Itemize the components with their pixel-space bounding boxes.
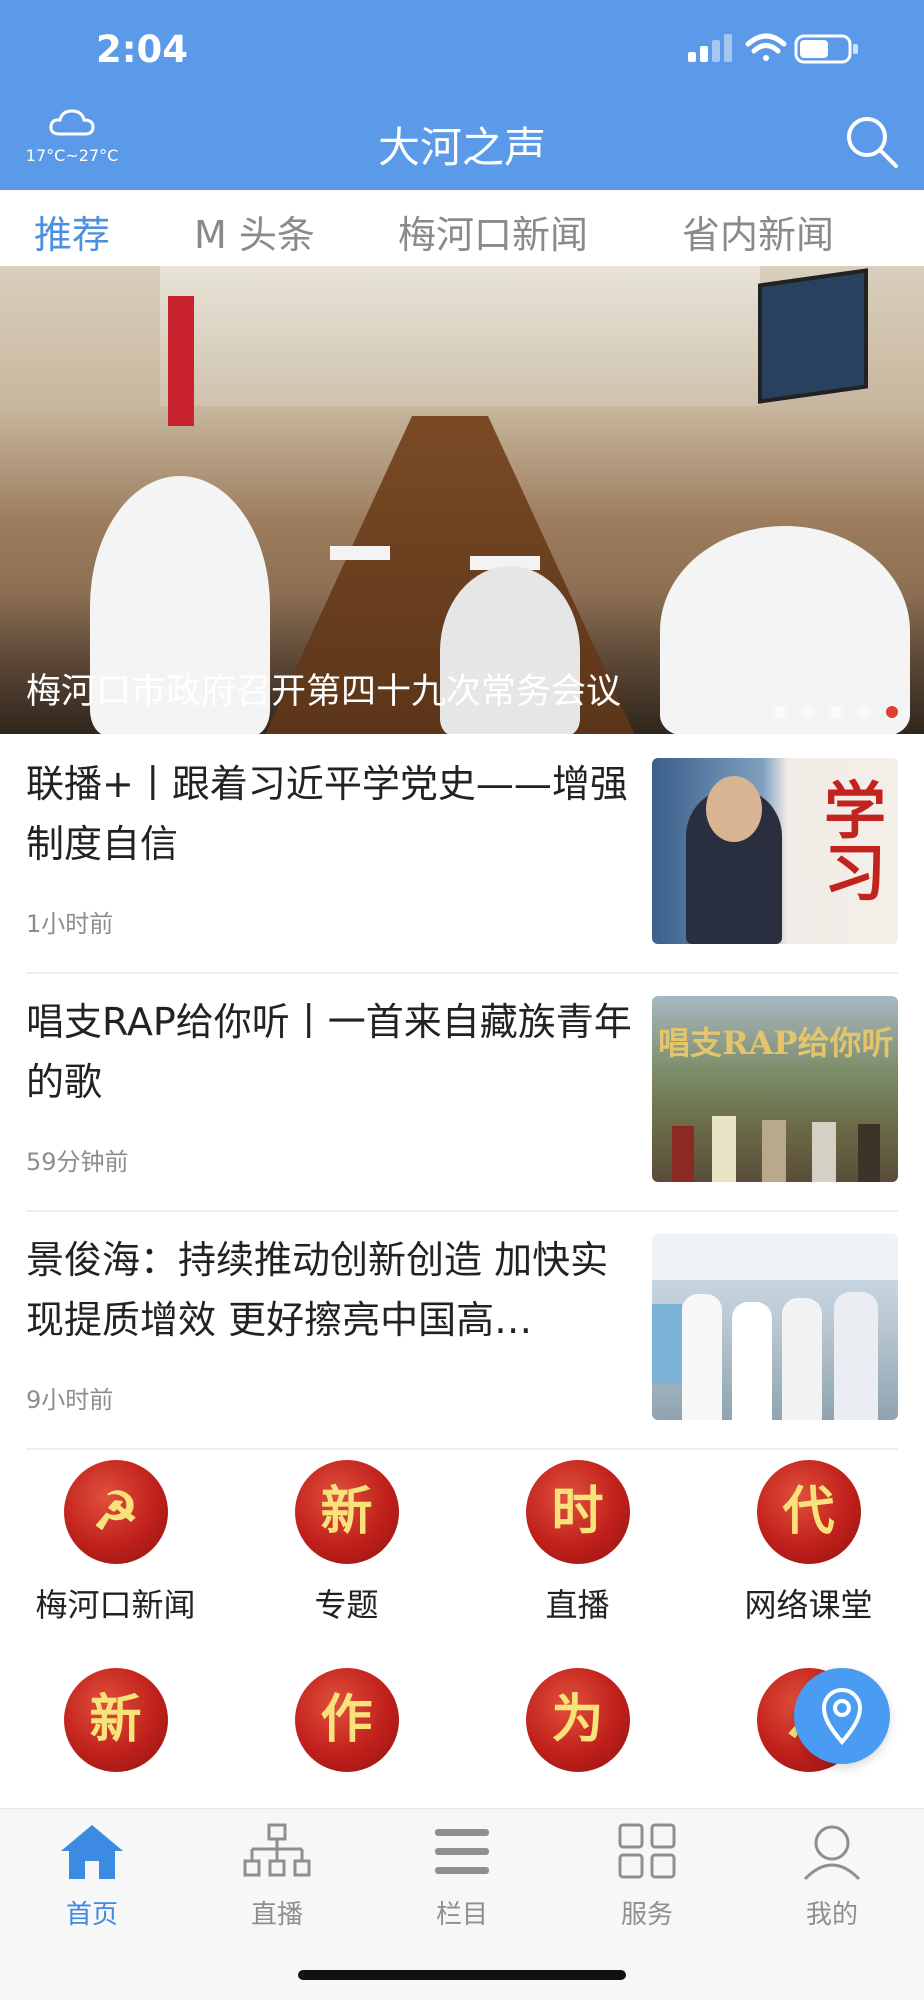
nav-mine[interactable]: 我的 bbox=[740, 1821, 924, 1931]
nav-label: 我的 bbox=[805, 1900, 858, 1930]
grid-item-label: 网络课堂 bbox=[744, 1586, 873, 1624]
thumbnail-figure bbox=[834, 1292, 878, 1420]
thumbnail-face bbox=[706, 776, 762, 842]
news-thumbnail: 唱支RAP给你听 bbox=[652, 996, 898, 1182]
home-indicator bbox=[298, 1970, 626, 1980]
news-item[interactable]: 唱支RAP给你听丨一首来自藏族青年的歌 59分钟前 唱支RAP给你听 bbox=[26, 974, 898, 1212]
carousel-dot-active[interactable] bbox=[886, 706, 898, 718]
news-thumbnail bbox=[652, 1234, 898, 1420]
thumbnail-ceiling bbox=[652, 1234, 898, 1280]
news-item[interactable]: 联播+丨跟着习近平学党史——增强制度自信 1小时前 学习 bbox=[26, 736, 898, 974]
wei-character-icon: 为 bbox=[525, 1668, 630, 1772]
party-emblem-icon: ☭ bbox=[63, 1460, 168, 1564]
search-icon[interactable] bbox=[842, 112, 902, 172]
status-icons bbox=[688, 33, 858, 64]
dai-character-icon: 代 bbox=[756, 1460, 861, 1564]
grid-item-row2-3[interactable]: 为 bbox=[462, 1668, 693, 1772]
banner-photo-paper bbox=[330, 546, 390, 560]
tab-m-headlines[interactable]: M 头条 bbox=[194, 204, 315, 259]
grid-item-label: 专题 bbox=[314, 1586, 379, 1624]
grid-item-label: 梅河口新闻 bbox=[35, 1586, 196, 1624]
shi-character-icon: 时 bbox=[525, 1460, 630, 1564]
status-time: 2:04 bbox=[96, 28, 189, 71]
nav-label: 栏目 bbox=[435, 1900, 488, 1930]
grid-item-live[interactable]: 时 直播 bbox=[462, 1460, 693, 1626]
nav-columns[interactable]: 栏目 bbox=[370, 1821, 554, 1931]
tab-meihekou-news[interactable]: 梅河口新闻 bbox=[398, 204, 588, 259]
carousel-dot[interactable] bbox=[774, 706, 786, 718]
banner-photo-wall bbox=[160, 266, 760, 406]
tab-provincial-news[interactable]: 省内新闻 bbox=[682, 204, 834, 259]
location-button[interactable] bbox=[794, 1668, 890, 1764]
carousel-dot[interactable] bbox=[802, 706, 814, 718]
news-item[interactable]: 景俊海：持续推动创新创造 加快实现提质增效 更好擦亮中国高… 9小时前 bbox=[26, 1212, 898, 1450]
carousel-dot[interactable] bbox=[830, 706, 842, 718]
home-icon bbox=[61, 1825, 123, 1879]
thumbnail-figure bbox=[732, 1302, 772, 1420]
battery-icon bbox=[794, 34, 858, 64]
banner-photo-screen bbox=[758, 268, 868, 404]
grid-item-row2-2[interactable]: 作 bbox=[231, 1668, 462, 1772]
nav-label: 直播 bbox=[250, 1900, 303, 1930]
grid-item-special[interactable]: 新 专题 bbox=[231, 1460, 462, 1626]
nav-label: 服务 bbox=[620, 1900, 673, 1930]
news-time: 1小时前 bbox=[26, 910, 114, 938]
grid-item-row2-1[interactable]: 新 bbox=[0, 1668, 231, 1772]
thumbnail-figure bbox=[782, 1298, 822, 1420]
news-title: 唱支RAP给你听丨一首来自藏族青年的歌 bbox=[26, 1000, 632, 1104]
grid-item-label: 直播 bbox=[545, 1586, 610, 1624]
xin-character-icon: 新 bbox=[63, 1668, 168, 1772]
thumbnail-figure bbox=[682, 1294, 722, 1420]
thumbnail-figure bbox=[672, 1126, 694, 1182]
thumbnail-figure bbox=[858, 1124, 880, 1182]
app-header: 17°C~27°C 大河之声 bbox=[0, 100, 924, 190]
carousel-dots bbox=[774, 706, 898, 718]
thumbnail-figure bbox=[762, 1120, 786, 1182]
news-time: 59分钟前 bbox=[26, 1148, 129, 1176]
xin-character-icon: 新 bbox=[294, 1460, 399, 1564]
app-title: 大河之声 bbox=[377, 123, 546, 172]
grid-item-online-class[interactable]: 代 网络课堂 bbox=[693, 1460, 924, 1626]
news-thumbnail: 学习 bbox=[652, 758, 898, 944]
banner-carousel[interactable]: 梅河口市政府召开第四十九次常务会议 bbox=[0, 266, 924, 734]
user-icon bbox=[803, 1825, 861, 1881]
thumbnail-figure bbox=[712, 1116, 736, 1182]
news-time: 9小时前 bbox=[26, 1386, 114, 1414]
news-title: 联播+丨跟着习近平学党史——增强制度自信 bbox=[26, 762, 628, 866]
category-tabs: 推荐 M 头条 梅河口新闻 省内新闻 bbox=[0, 190, 924, 266]
carousel-dot[interactable] bbox=[858, 706, 870, 718]
banner-photo-flag bbox=[168, 296, 194, 426]
banner-photo-person bbox=[660, 526, 910, 734]
thumbnail-text: 学习 bbox=[813, 778, 886, 902]
zuo-character-icon: 作 bbox=[294, 1668, 399, 1772]
nav-label: 首页 bbox=[65, 1900, 118, 1930]
location-pin-icon bbox=[821, 1687, 863, 1746]
wifi-icon bbox=[745, 33, 787, 61]
org-chart-icon bbox=[243, 1823, 311, 1877]
thumbnail-figure bbox=[812, 1122, 836, 1182]
news-title: 景俊海：持续推动创新创造 加快实现提质增效 更好擦亮中国高… bbox=[26, 1238, 609, 1342]
grid-item-meihekou-news[interactable]: ☭ 梅河口新闻 bbox=[0, 1460, 231, 1626]
status-bar: 2:04 bbox=[0, 0, 924, 100]
nav-services[interactable]: 服务 bbox=[555, 1821, 739, 1931]
nav-home[interactable]: 首页 bbox=[0, 1821, 184, 1931]
tab-recommend[interactable]: 推荐 bbox=[34, 204, 110, 259]
thumbnail-text: 唱支RAP给你听 bbox=[658, 1024, 894, 1062]
nav-live[interactable]: 直播 bbox=[185, 1821, 369, 1931]
banner-caption: 梅河口市政府召开第四十九次常务会议 bbox=[26, 672, 622, 712]
thumbnail-seat bbox=[652, 1304, 682, 1384]
menu-lines-icon bbox=[435, 1829, 489, 1874]
cellular-signal-icon bbox=[688, 34, 732, 62]
grid-icon bbox=[618, 1823, 676, 1879]
